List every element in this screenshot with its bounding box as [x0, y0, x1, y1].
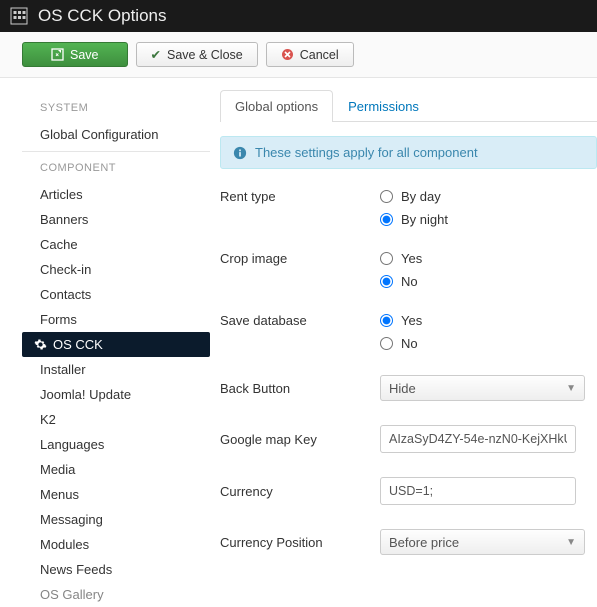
tab-global-options[interactable]: Global options [220, 90, 333, 122]
label-back-button: Back Button [220, 381, 380, 396]
info-icon [233, 146, 247, 160]
page-header: OS CCK Options [0, 0, 597, 32]
save-close-button[interactable]: ✔ Save & Close [136, 42, 258, 67]
toolbar: Save ✔ Save & Close Cancel [0, 32, 597, 78]
label-crop-image: Crop image [220, 251, 380, 266]
sidebar-item-installer[interactable]: Installer [22, 357, 210, 382]
sidebar-item-forms[interactable]: Forms [22, 307, 210, 332]
divider [22, 151, 210, 152]
radio-crop-yes[interactable]: Yes [380, 251, 422, 266]
gear-icon [34, 338, 47, 351]
radio-rent-day[interactable]: By day [380, 189, 441, 204]
sidebar-item-modules[interactable]: Modules [22, 532, 210, 557]
sidebar-item-messaging[interactable]: Messaging [22, 507, 210, 532]
input-gmap-key[interactable] [380, 425, 576, 453]
sidebar-item-oscck[interactable]: OS CCK [22, 332, 210, 357]
sidebar: SYSTEM Global Configuration COMPONENT Ar… [0, 78, 220, 607]
select-back-button[interactable]: Hide ▼ [380, 375, 585, 401]
sidebar-heading-component: COMPONENT [40, 162, 210, 174]
sidebar-item-global-config[interactable]: Global Configuration [22, 122, 210, 147]
content: Global options Permissions These setting… [220, 78, 597, 607]
label-currency-pos: Currency Position [220, 535, 380, 550]
tabs: Global options Permissions [220, 90, 597, 122]
sidebar-item-k2[interactable]: K2 [22, 407, 210, 432]
sidebar-item-newsfeeds[interactable]: News Feeds [22, 557, 210, 582]
options-icon [10, 7, 28, 25]
page-title: OS CCK Options [38, 6, 167, 26]
chevron-down-icon: ▼ [566, 383, 576, 394]
tab-permissions[interactable]: Permissions [333, 90, 434, 122]
sidebar-item-banners[interactable]: Banners [22, 207, 210, 232]
sidebar-item-menus[interactable]: Menus [22, 482, 210, 507]
sidebar-item-osgallery[interactable]: OS Gallery [22, 582, 210, 607]
sidebar-item-cache[interactable]: Cache [22, 232, 210, 257]
save-button[interactable]: Save [22, 42, 128, 67]
label-rent-type: Rent type [220, 189, 380, 204]
select-currency-pos[interactable]: Before price ▼ [380, 529, 585, 555]
label-currency: Currency [220, 484, 380, 499]
info-alert: These settings apply for all component [220, 136, 597, 169]
cancel-button[interactable]: Cancel [266, 42, 354, 67]
sidebar-heading-system: SYSTEM [40, 102, 210, 114]
label-save-db: Save database [220, 313, 380, 328]
sidebar-item-joomla-update[interactable]: Joomla! Update [22, 382, 210, 407]
radio-rent-night[interactable]: By night [380, 212, 448, 227]
cancel-icon [281, 48, 294, 61]
sidebar-item-contacts[interactable]: Contacts [22, 282, 210, 307]
radio-savedb-yes[interactable]: Yes [380, 313, 422, 328]
sidebar-item-media[interactable]: Media [22, 457, 210, 482]
radio-savedb-no[interactable]: No [380, 336, 418, 351]
label-gmap-key: Google map Key [220, 432, 380, 447]
sidebar-item-checkin[interactable]: Check-in [22, 257, 210, 282]
sidebar-item-languages[interactable]: Languages [22, 432, 210, 457]
apply-icon [51, 48, 64, 61]
input-currency[interactable] [380, 477, 576, 505]
radio-crop-no[interactable]: No [380, 274, 418, 289]
sidebar-item-articles[interactable]: Articles [22, 182, 210, 207]
check-icon: ✔ [151, 47, 161, 62]
chevron-down-icon: ▼ [566, 537, 576, 548]
